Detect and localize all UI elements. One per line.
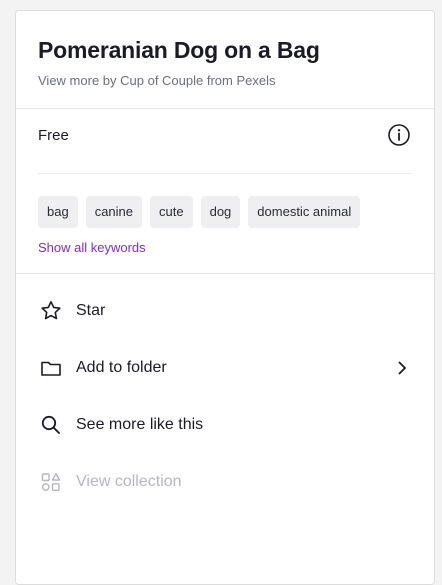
keyword-list: bag canine cute dog domestic animal (16, 174, 434, 228)
add-to-folder-action[interactable]: Add to folder (16, 339, 434, 396)
author-link[interactable]: View more by Cup of Couple from Pexels (38, 73, 412, 88)
chevron-right-icon (392, 358, 412, 378)
star-icon (38, 298, 64, 324)
folder-icon (38, 355, 64, 381)
keyword-chip[interactable]: domestic animal (248, 196, 361, 228)
keyword-chip[interactable]: canine (85, 196, 143, 228)
keyword-chip[interactable]: bag (38, 196, 78, 228)
show-all-keywords-link[interactable]: Show all keywords (16, 228, 434, 273)
see-more-like-this-action[interactable]: See more like this (16, 396, 434, 453)
add-to-folder-label: Add to folder (76, 358, 167, 376)
keyword-chip[interactable]: dog (200, 196, 241, 228)
panel-header: Pomeranian Dog on a Bag View more by Cup… (16, 11, 434, 108)
search-icon (38, 412, 64, 438)
view-collection-label: View collection (76, 472, 182, 490)
keyword-chip[interactable]: cute (150, 196, 193, 228)
license-label: Free (38, 126, 69, 144)
view-collection-action: View collection (16, 453, 434, 510)
see-more-like-this-label: See more like this (76, 415, 204, 433)
image-title: Pomeranian Dog on a Bag (38, 37, 320, 63)
license-row: Free (16, 109, 434, 161)
info-icon[interactable] (386, 122, 412, 148)
star-label: Star (76, 301, 106, 319)
collection-icon (38, 469, 64, 495)
action-list: Star Add to folder See more like this Vi… (16, 274, 434, 510)
image-info-panel: Pomeranian Dog on a Bag View more by Cup… (15, 10, 435, 585)
star-action[interactable]: Star (16, 282, 434, 339)
